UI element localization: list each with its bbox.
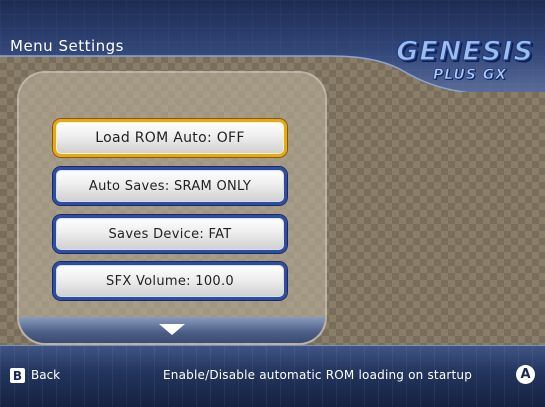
logo-text-main: GENESIS: [396, 35, 534, 67]
settings-panel: [17, 71, 327, 345]
logo-text-sub: PLUS GX: [432, 67, 508, 84]
app-screen: Menu Settings GENESIS PLUS GX Load ROM A…: [0, 0, 545, 407]
page-title: Menu Settings: [10, 37, 124, 55]
b-button-icon[interactable]: B: [10, 368, 25, 383]
option-saves-device[interactable]: Saves Device: FAT: [53, 215, 287, 253]
scroll-down-bar[interactable]: [19, 317, 325, 343]
option-auto-saves[interactable]: Auto Saves: SRAM ONLY: [53, 167, 287, 205]
footer-bar: B Back Enable/Disable automatic ROM load…: [0, 345, 545, 407]
help-hint-text: Enable/Disable automatic ROM loading on …: [163, 368, 473, 382]
a-button-icon[interactable]: A: [516, 365, 535, 384]
back-label[interactable]: Back: [31, 368, 60, 382]
genesis-plus-gx-logo: GENESIS PLUS GX: [395, 35, 535, 88]
option-load-rom-auto[interactable]: Load ROM Auto: OFF: [53, 119, 287, 157]
option-sfx-volume[interactable]: SFX Volume: 100.0: [53, 262, 287, 300]
chevron-down-icon[interactable]: [159, 324, 185, 335]
